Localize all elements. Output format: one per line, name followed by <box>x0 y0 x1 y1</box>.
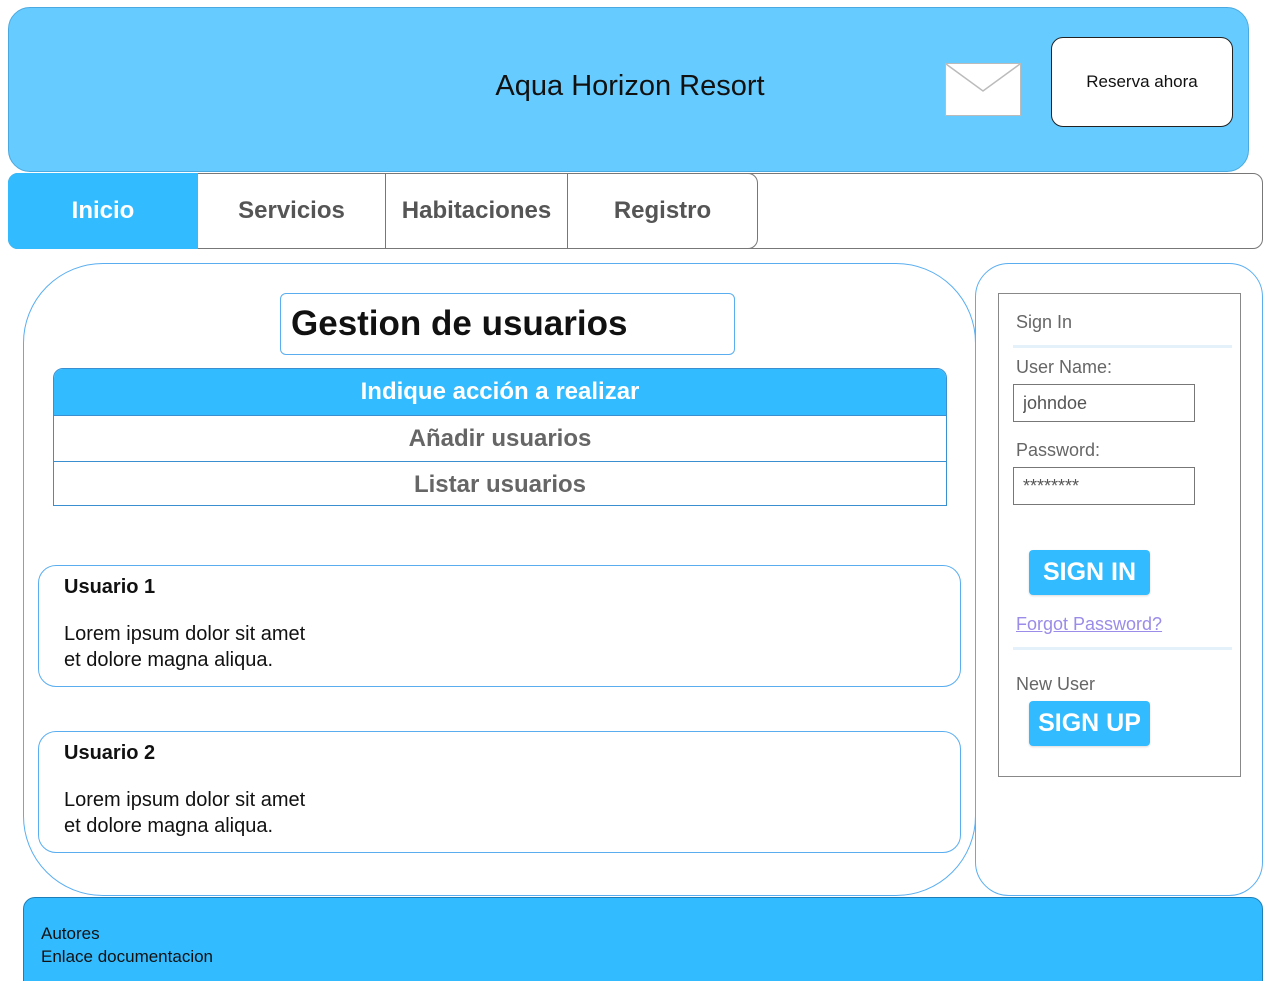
site-title: Aqua Horizon Resort <box>495 70 765 102</box>
forgot-password-link[interactable]: Forgot Password? <box>1016 614 1162 635</box>
password-input[interactable] <box>1013 467 1195 505</box>
user-name: Usuario 1 <box>64 576 156 598</box>
sign-in-heading: Sign In <box>1016 312 1073 332</box>
divider <box>1013 345 1232 348</box>
divider <box>1013 647 1232 650</box>
documentation-link[interactable]: Enlace documentacion <box>41 945 1262 968</box>
tab-habitaciones[interactable]: Habitaciones <box>386 174 568 248</box>
username-label: User Name: <box>1016 357 1113 377</box>
tab-registro[interactable]: Registro <box>568 173 758 249</box>
user-name: Usuario 2 <box>64 742 156 764</box>
add-users-option[interactable]: Añadir usuarios <box>54 415 946 461</box>
page-title: Gestion de usuarios <box>280 293 735 355</box>
user-card[interactable]: Usuario 2 Lorem ipsum dolor sit amet et … <box>38 731 961 853</box>
user-description-line: Lorem ipsum dolor sit amet <box>64 623 306 645</box>
username-input[interactable] <box>1013 384 1195 422</box>
new-user-label: New User <box>1016 674 1096 694</box>
footer: Autores Enlace documentacion <box>23 897 1263 981</box>
action-menu: Indique acción a realizar Añadir usuario… <box>53 368 947 506</box>
user-description-line: Lorem ipsum dolor sit amet <box>64 789 306 811</box>
list-users-option[interactable]: Listar usuarios <box>54 461 946 505</box>
user-description-line: et dolore magna aliqua. <box>64 815 274 837</box>
password-label: Password: <box>1016 440 1101 460</box>
user-card[interactable]: Usuario 1 Lorem ipsum dolor sit amet et … <box>38 565 961 687</box>
reserve-now-button[interactable]: Reserva ahora <box>1051 37 1233 127</box>
sign-up-button[interactable]: SIGN UP <box>1029 701 1150 746</box>
user-description-line: et dolore magna aliqua. <box>64 649 274 671</box>
sign-in-button[interactable]: SIGN IN <box>1029 550 1150 595</box>
tab-inicio[interactable]: Inicio <box>8 173 198 249</box>
authors-link[interactable]: Autores <box>41 922 1262 945</box>
mail-icon[interactable] <box>945 63 1021 116</box>
tab-servicios[interactable]: Servicios <box>198 174 386 248</box>
action-menu-header: Indique acción a realizar <box>54 369 946 415</box>
